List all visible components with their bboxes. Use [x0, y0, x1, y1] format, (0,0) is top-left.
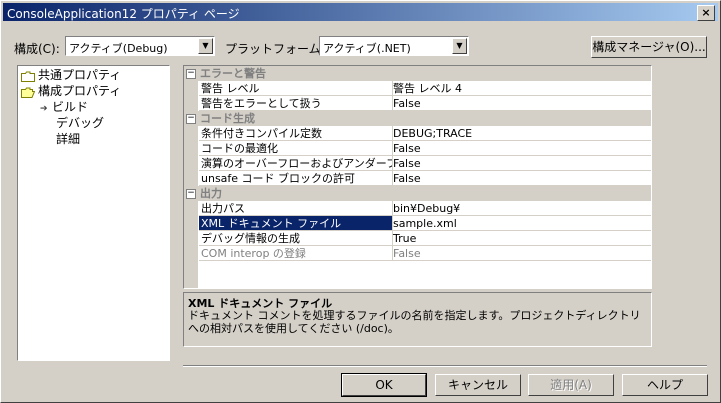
- collapse-icon[interactable]: −: [186, 69, 196, 79]
- property-value[interactable]: DEBUG;TRACE: [391, 126, 651, 141]
- tree-item-build[interactable]: ➔ ビルド: [40, 99, 88, 115]
- config-dropdown-value: アクティブ(Debug): [69, 42, 168, 55]
- grid-gutter: [184, 261, 198, 288]
- window-title: ConsoleApplication12 プロパティ ページ: [7, 7, 240, 21]
- property-value: False: [391, 246, 651, 261]
- tree-item-config-properties[interactable]: 構成プロパティ: [21, 83, 121, 99]
- apply-button[interactable]: 適用(A): [528, 374, 614, 396]
- tree-item-advanced[interactable]: 詳細: [56, 131, 80, 147]
- collapse-icon[interactable]: −: [186, 114, 196, 124]
- grid-row-disabled: COM interop の登録 False: [184, 246, 651, 261]
- help-button[interactable]: ヘルプ: [622, 374, 708, 396]
- grid-row[interactable]: 警告 レベル 警告 レベル 4: [184, 81, 651, 96]
- property-value[interactable]: 警告 レベル 4: [391, 81, 651, 96]
- grid-category-codegen[interactable]: − コード生成: [184, 111, 651, 126]
- grid-row[interactable]: 演算のオーバーフローおよびアンダーフロ False: [184, 156, 651, 171]
- config-label: 構成(C):: [14, 42, 60, 56]
- property-value[interactable]: False: [391, 96, 651, 111]
- category-tree[interactable]: 共通プロパティ 構成プロパティ ➔ ビルド デバッグ 詳細: [17, 65, 170, 361]
- property-name: コードの最適化: [199, 141, 393, 156]
- property-value[interactable]: bin¥Debug¥: [391, 201, 651, 216]
- property-name: 演算のオーバーフローおよびアンダーフロ: [199, 156, 393, 171]
- description-text: ドキュメント コメントを処理するファイルの名前を指定します。プロジェクトディレク…: [188, 309, 641, 335]
- property-value[interactable]: False: [391, 141, 651, 156]
- config-manager-button[interactable]: 構成マネージャ(O)...: [591, 36, 707, 58]
- arrow-right-icon: ➔: [40, 104, 48, 114]
- collapse-icon[interactable]: −: [186, 189, 196, 199]
- platform-dropdown-value: アクティブ(.NET): [323, 42, 411, 55]
- property-pages-dialog: ConsoleApplication12 プロパティ ページ × 構成(C): …: [0, 0, 721, 403]
- property-value[interactable]: False: [391, 171, 651, 186]
- ok-button[interactable]: OK: [341, 373, 427, 397]
- open-folder-icon: [21, 87, 35, 98]
- grid-row[interactable]: コードの最適化 False: [184, 141, 651, 156]
- title-bar[interactable]: ConsoleApplication12 プロパティ ページ ×: [3, 3, 718, 21]
- property-value[interactable]: False: [391, 156, 651, 171]
- property-name: XML ドキュメント ファイル: [199, 216, 393, 231]
- config-dropdown[interactable]: アクティブ(Debug) ▼: [65, 36, 215, 56]
- tree-item-common-properties[interactable]: 共通プロパティ: [21, 67, 121, 83]
- grid-row[interactable]: 条件付きコンパイル定数 DEBUG;TRACE: [184, 126, 651, 141]
- property-name: 警告 レベル: [199, 81, 393, 96]
- tree-item-label: ビルド: [52, 100, 89, 114]
- separator: [183, 365, 707, 367]
- grid-row[interactable]: unsafe コード ブロックの許可 False: [184, 171, 651, 186]
- tree-item-debug[interactable]: デバッグ: [56, 115, 104, 131]
- tree-item-label: 構成プロパティ: [38, 84, 122, 98]
- property-grid[interactable]: − エラーと警告 警告 レベル 警告 レベル 4 警告をエラーとして扱う Fal…: [183, 65, 652, 289]
- property-name: unsafe コード ブロックの許可: [199, 171, 393, 186]
- property-value[interactable]: True: [391, 231, 651, 246]
- grid-row[interactable]: 出力パス bin¥Debug¥: [184, 201, 651, 216]
- property-name: デバッグ情報の生成: [199, 231, 393, 246]
- grid-row-selected[interactable]: XML ドキュメント ファイル sample.xml: [184, 216, 651, 231]
- property-name: 警告をエラーとして扱う: [199, 96, 393, 111]
- category-name: エラーと警告: [200, 67, 266, 80]
- folder-icon: [21, 71, 35, 82]
- category-name: コード生成: [200, 112, 255, 125]
- grid-row[interactable]: デバッグ情報の生成 True: [184, 231, 651, 246]
- description-pane: XML ドキュメント ファイル ドキュメント コメントを処理するファイルの名前を…: [183, 292, 652, 347]
- property-value[interactable]: sample.xml: [391, 216, 651, 231]
- grid-category-output[interactable]: − 出力: [184, 186, 651, 201]
- tree-item-label: 詳細: [56, 132, 81, 146]
- property-name: 条件付きコンパイル定数: [199, 126, 393, 141]
- category-name: 出力: [200, 187, 222, 200]
- tree-item-label: 共通プロパティ: [38, 68, 122, 82]
- property-name: COM interop の登録: [199, 246, 393, 261]
- grid-category-errors[interactable]: − エラーと警告: [184, 66, 651, 81]
- property-name: 出力パス: [199, 201, 393, 216]
- grid-row[interactable]: 警告をエラーとして扱う False: [184, 96, 651, 111]
- chevron-down-icon[interactable]: ▼: [198, 38, 213, 54]
- chevron-down-icon[interactable]: ▼: [452, 38, 467, 54]
- close-button[interactable]: ×: [697, 5, 715, 21]
- cancel-button[interactable]: キャンセル: [435, 374, 521, 396]
- platform-dropdown[interactable]: アクティブ(.NET) ▼: [319, 36, 469, 56]
- tree-item-label: デバッグ: [56, 116, 105, 130]
